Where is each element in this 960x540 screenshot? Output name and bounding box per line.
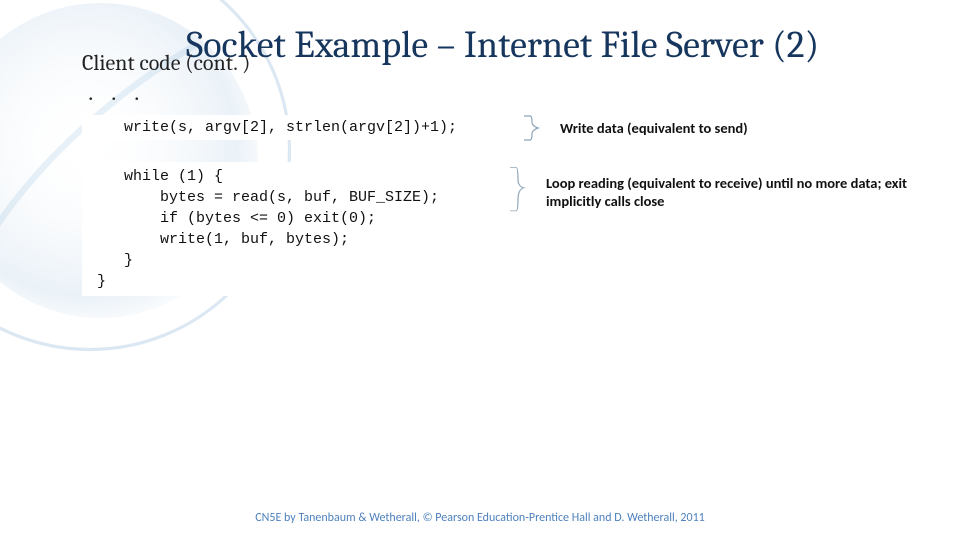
- annotation-1: Write data (equivalent to send): [560, 119, 748, 137]
- slide-content: Socket Example – Internet File Server (2…: [0, 0, 960, 540]
- annotation-2: Loop reading (equivalent to receive) unt…: [546, 174, 926, 210]
- footer-citation: CN5E by Tanenbaum & Wetherall, © Pearson…: [0, 511, 960, 526]
- code-block-2: while (1) { bytes = read(s, buf, BUF_SIZ…: [82, 162, 508, 296]
- slide-title: Socket Example – Internet File Server (2…: [186, 24, 926, 68]
- ellipsis: . . .: [88, 80, 926, 106]
- code-row-1: write(s, argv[2], strlen(argv[2])+1); Wr…: [82, 114, 926, 142]
- code-row-2: while (1) { bytes = read(s, buf, BUF_SIZ…: [82, 162, 926, 296]
- brace-icon: [508, 166, 528, 234]
- code-block-1: write(s, argv[2], strlen(argv[2])+1);: [82, 115, 522, 140]
- brace-icon: [522, 114, 542, 142]
